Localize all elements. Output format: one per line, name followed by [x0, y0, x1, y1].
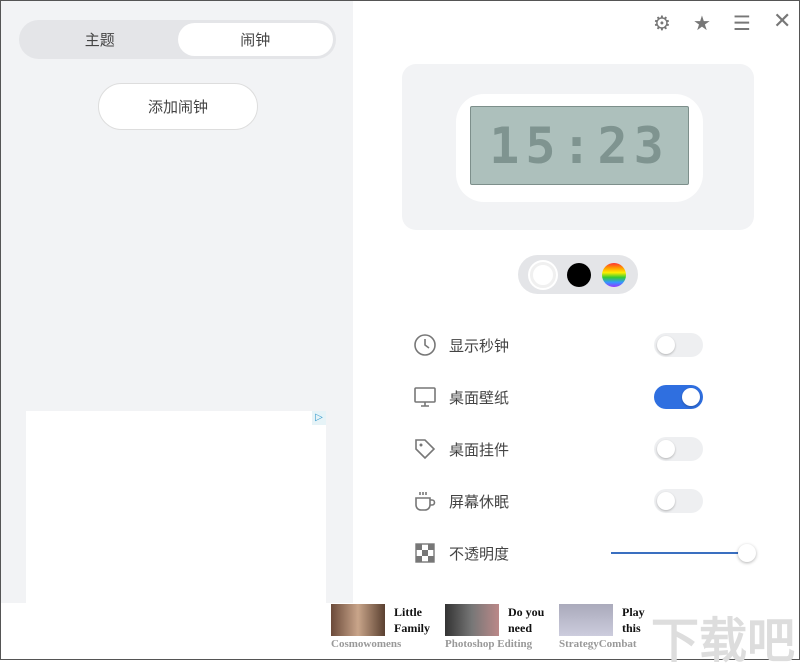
- watermark-logo: 下载吧: [650, 613, 795, 669]
- opacity-label: 不透明度: [449, 544, 510, 563]
- ad-choices-icon[interactable]: ▷: [312, 411, 326, 425]
- clock-icon: [414, 334, 436, 356]
- setting-show-seconds: 显示秒钟: [413, 332, 753, 358]
- setting-desktop-wallpaper: 桌面壁纸: [413, 384, 753, 410]
- ad-thumbnail: [445, 604, 499, 636]
- swatch-rainbow[interactable]: [602, 262, 627, 287]
- ad-source: Cosmowomens: [331, 638, 402, 650]
- setting-screen-sleep: 屏幕休眠: [413, 488, 753, 514]
- opacity-slider[interactable]: [611, 552, 747, 554]
- ad-item[interactable]: Play this StrategyCombat: [559, 604, 659, 654]
- ad-source: Photoshop Editing: [445, 638, 533, 650]
- ad-source: StrategyCombat: [559, 638, 637, 650]
- tab-switcher: 主题 闹钟: [19, 20, 336, 59]
- opacity-slider-handle[interactable]: [738, 544, 756, 562]
- ad-banner[interactable]: ▷: [26, 411, 326, 603]
- ad-title: Little Family: [394, 605, 430, 635]
- ad-item[interactable]: Little Family Cosmowomens: [331, 604, 431, 654]
- ad-item[interactable]: Do you need Photoshop Editing: [445, 604, 545, 654]
- setting-opacity: 不透明度: [413, 540, 756, 566]
- monitor-icon: [414, 387, 436, 407]
- clock-time: 15:23: [470, 106, 689, 185]
- screen-sleep-toggle[interactable]: [654, 489, 703, 513]
- ad-thumbnail: [331, 604, 385, 636]
- close-icon[interactable]: ✕: [773, 9, 791, 34]
- tab-theme[interactable]: 主题: [22, 23, 178, 56]
- menu-icon[interactable]: ☰: [733, 11, 751, 35]
- ad-thumbnail: [559, 604, 613, 636]
- left-panel: 主题 闹钟 添加闹钟 ▷: [1, 1, 353, 603]
- desktop-widget-toggle[interactable]: [654, 437, 703, 461]
- setting-label: 桌面挂件: [449, 440, 510, 459]
- checkerboard-icon: [415, 543, 435, 563]
- ad-strip: Little Family Cosmowomens Do you need Ph…: [331, 604, 659, 654]
- add-alarm-button[interactable]: 添加闹钟: [98, 83, 258, 130]
- ad-title: Play this: [622, 605, 645, 635]
- show-seconds-toggle[interactable]: [654, 333, 703, 357]
- clock-preview: 15:23: [402, 64, 754, 230]
- clock-bezel: 15:23: [456, 94, 703, 202]
- star-icon[interactable]: ★: [693, 11, 711, 35]
- tab-alarm[interactable]: 闹钟: [177, 23, 333, 56]
- gear-icon[interactable]: ⚙: [653, 11, 671, 35]
- coffee-cup-icon: [415, 492, 436, 511]
- color-picker: [518, 255, 638, 294]
- ad-title: Do you need: [508, 605, 545, 635]
- desktop-wallpaper-toggle[interactable]: [654, 385, 703, 409]
- swatch-black[interactable]: [566, 262, 591, 287]
- setting-label: 显示秒钟: [449, 336, 510, 355]
- swatch-white[interactable]: [529, 261, 556, 288]
- setting-label: 桌面壁纸: [449, 388, 510, 407]
- setting-desktop-widget: 桌面挂件: [413, 436, 753, 462]
- tag-icon: [415, 439, 436, 460]
- setting-label: 屏幕休眠: [449, 492, 510, 511]
